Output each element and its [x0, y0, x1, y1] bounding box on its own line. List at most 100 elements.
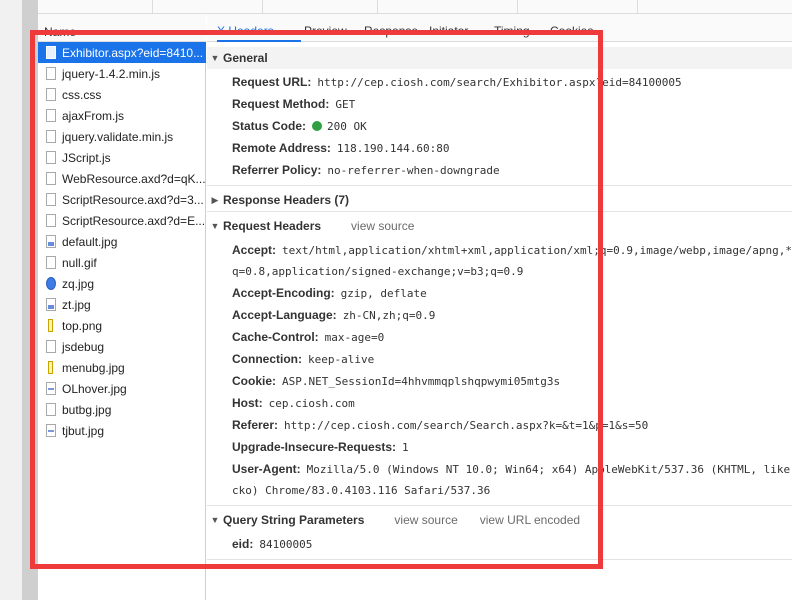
param-key: eid:	[232, 537, 254, 551]
request-item[interactable]: zt.jpg	[38, 294, 206, 315]
header-value: 118.190.144.60:80	[336, 141, 450, 155]
header-value: http://cep.ciosh.com/search/Search.aspx?…	[284, 418, 649, 432]
request-name: zt.jpg	[62, 297, 91, 312]
request-name: WebResource.axd?d=qK...	[62, 171, 206, 186]
query-string-toggle[interactable]: ▼ Query String Parameters view source vi…	[207, 509, 792, 531]
header-value: cko) Chrome/83.0.4103.116 Safari/537.36	[232, 483, 491, 497]
request-name: top.png	[62, 318, 103, 333]
request-headers-toggle[interactable]: ▼ Request Headers view source	[207, 215, 792, 237]
request-header-row-continued: q=0.8,application/signed-exchange;v=b3;q…	[232, 260, 523, 282]
view-source-link[interactable]: view source	[394, 513, 457, 527]
headers-panel: ▼ General Request URL: http://cep.ciosh.c…	[207, 42, 792, 600]
header-key: Host:	[232, 396, 263, 410]
request-item[interactable]: top.png	[38, 315, 206, 336]
request-item[interactable]: zq.jpg	[38, 273, 206, 294]
header-value: gzip, deflate	[340, 286, 427, 300]
request-header-row-continued: cko) Chrome/83.0.4103.116 Safari/537.36	[232, 479, 490, 501]
request-name: ScriptResource.axd?d=E...	[62, 213, 206, 228]
doc-icon	[46, 109, 56, 122]
header-key: Referrer Policy:	[232, 163, 322, 177]
caret-right-icon: ▶	[211, 194, 219, 205]
caret-down-icon: ▼	[210, 221, 220, 231]
section-divider	[207, 211, 792, 212]
header-key: Upgrade-Insecure-Requests:	[232, 440, 397, 454]
request-header-row: Accept-Encoding: gzip, deflate	[232, 282, 427, 304]
caret-down-icon: ▼	[210, 53, 220, 63]
request-item[interactable]: JScript.js	[38, 147, 206, 168]
request-header-row: Accept-Language: zh-CN,zh;q=0.9	[232, 304, 435, 326]
request-item[interactable]: css.css	[38, 84, 206, 105]
request-item[interactable]: jsdebug	[38, 336, 206, 357]
request-item[interactable]: butbg.jpg	[38, 399, 206, 420]
request-item[interactable]: ajaxFrom.js	[38, 105, 206, 126]
tab-timing[interactable]: Timing	[494, 24, 530, 38]
header-key: Cache-Control:	[232, 330, 319, 344]
request-item[interactable]: Exhibitor.aspx?eid=8410...	[38, 42, 206, 63]
waterfall-header	[38, 0, 792, 14]
dash-image-icon	[46, 382, 56, 395]
header-key: Request URL:	[232, 75, 312, 89]
request-name: zq.jpg	[62, 276, 95, 291]
request-item[interactable]: null.gif	[38, 252, 206, 273]
request-header-row: Cache-Control: max-age=0	[232, 326, 384, 348]
thin-image-icon	[48, 361, 53, 374]
header-value: max-age=0	[324, 330, 385, 344]
request-name: Exhibitor.aspx?eid=8410...	[62, 45, 204, 60]
doc-icon	[46, 340, 56, 353]
header-key: Accept-Encoding:	[232, 286, 335, 300]
request-header-row: Cookie: ASP.NET_SessionId=4hhvmmqplshqpwy…	[232, 370, 560, 392]
request-item[interactable]: jquery.validate.min.js	[38, 126, 206, 147]
header-key: Cookie:	[232, 374, 277, 388]
tab-cookies[interactable]: Cookies	[550, 24, 593, 38]
tab-preview[interactable]: Preview	[304, 24, 347, 38]
request-list: Exhibitor.aspx?eid=8410... jquery-1.4.2.…	[38, 42, 206, 600]
header-value: no-referrer-when-downgrade	[327, 163, 500, 177]
doc-icon	[46, 193, 56, 206]
request-item[interactable]: ScriptResource.axd?d=E...	[38, 210, 206, 231]
general-row: Request Method: GET	[232, 93, 355, 115]
panel-splitter[interactable]	[22, 0, 38, 600]
name-column-header[interactable]: Name	[38, 14, 206, 42]
request-name: jquery.validate.min.js	[62, 129, 174, 144]
request-item[interactable]: ScriptResource.axd?d=3...	[38, 189, 206, 210]
header-key: Accept-Language:	[232, 308, 337, 322]
header-value: ASP.NET_SessionId=4hhvmmqplshqpwymi05mtg…	[282, 374, 561, 388]
waterfall-cell	[518, 0, 638, 14]
tab-response[interactable]: Response	[364, 24, 418, 38]
header-key: Remote Address:	[232, 141, 331, 155]
request-item[interactable]: tjbut.jpg	[38, 420, 206, 441]
request-name: OLhover.jpg	[62, 381, 127, 396]
request-name: menubg.jpg	[62, 360, 125, 375]
request-name: tjbut.jpg	[62, 423, 105, 438]
general-row: Referrer Policy: no-referrer-when-downgra…	[232, 159, 500, 181]
round-image-icon	[46, 277, 56, 290]
header-value: 200 OK	[327, 119, 367, 133]
request-name: ajaxFrom.js	[62, 108, 125, 123]
request-item[interactable]: jquery-1.4.2.min.js	[38, 63, 206, 84]
request-item[interactable]: default.jpg	[38, 231, 206, 252]
request-item[interactable]: WebResource.axd?d=qK...	[38, 168, 206, 189]
query-param-row: eid: 84100005	[232, 533, 312, 555]
header-value: cep.ciosh.com	[268, 396, 355, 410]
tab-initiator[interactable]: Initiator	[429, 24, 468, 38]
general-section-toggle[interactable]: ▼ General	[207, 47, 792, 69]
left-margin	[0, 0, 22, 600]
general-row: Remote Address: 118.190.144.60:80	[232, 137, 450, 159]
tab-headers[interactable]: X Headers	[217, 24, 274, 38]
request-header-row: Connection: keep-alive	[232, 348, 374, 370]
request-header-row: Referer: http://cep.ciosh.com/search/Sear…	[232, 414, 648, 436]
image-icon	[46, 298, 56, 311]
view-url-encoded-link[interactable]: view URL encoded	[480, 513, 580, 527]
view-source-link[interactable]: view source	[351, 219, 414, 233]
doc-icon	[46, 256, 56, 269]
waterfall-cell	[38, 0, 153, 14]
image-icon	[46, 235, 56, 248]
request-item[interactable]: menubg.jpg	[38, 357, 206, 378]
request-header-row: Upgrade-Insecure-Requests: 1	[232, 436, 409, 458]
request-item[interactable]: OLhover.jpg	[38, 378, 206, 399]
request-name: default.jpg	[62, 234, 118, 249]
header-value: Mozilla/5.0 (Windows NT 10.0; Win64; x64…	[306, 462, 792, 476]
header-key: User-Agent:	[232, 462, 301, 476]
section-title: Query String Parameters	[223, 513, 365, 527]
response-headers-toggle[interactable]: ▶ Response Headers (7)	[207, 189, 792, 211]
